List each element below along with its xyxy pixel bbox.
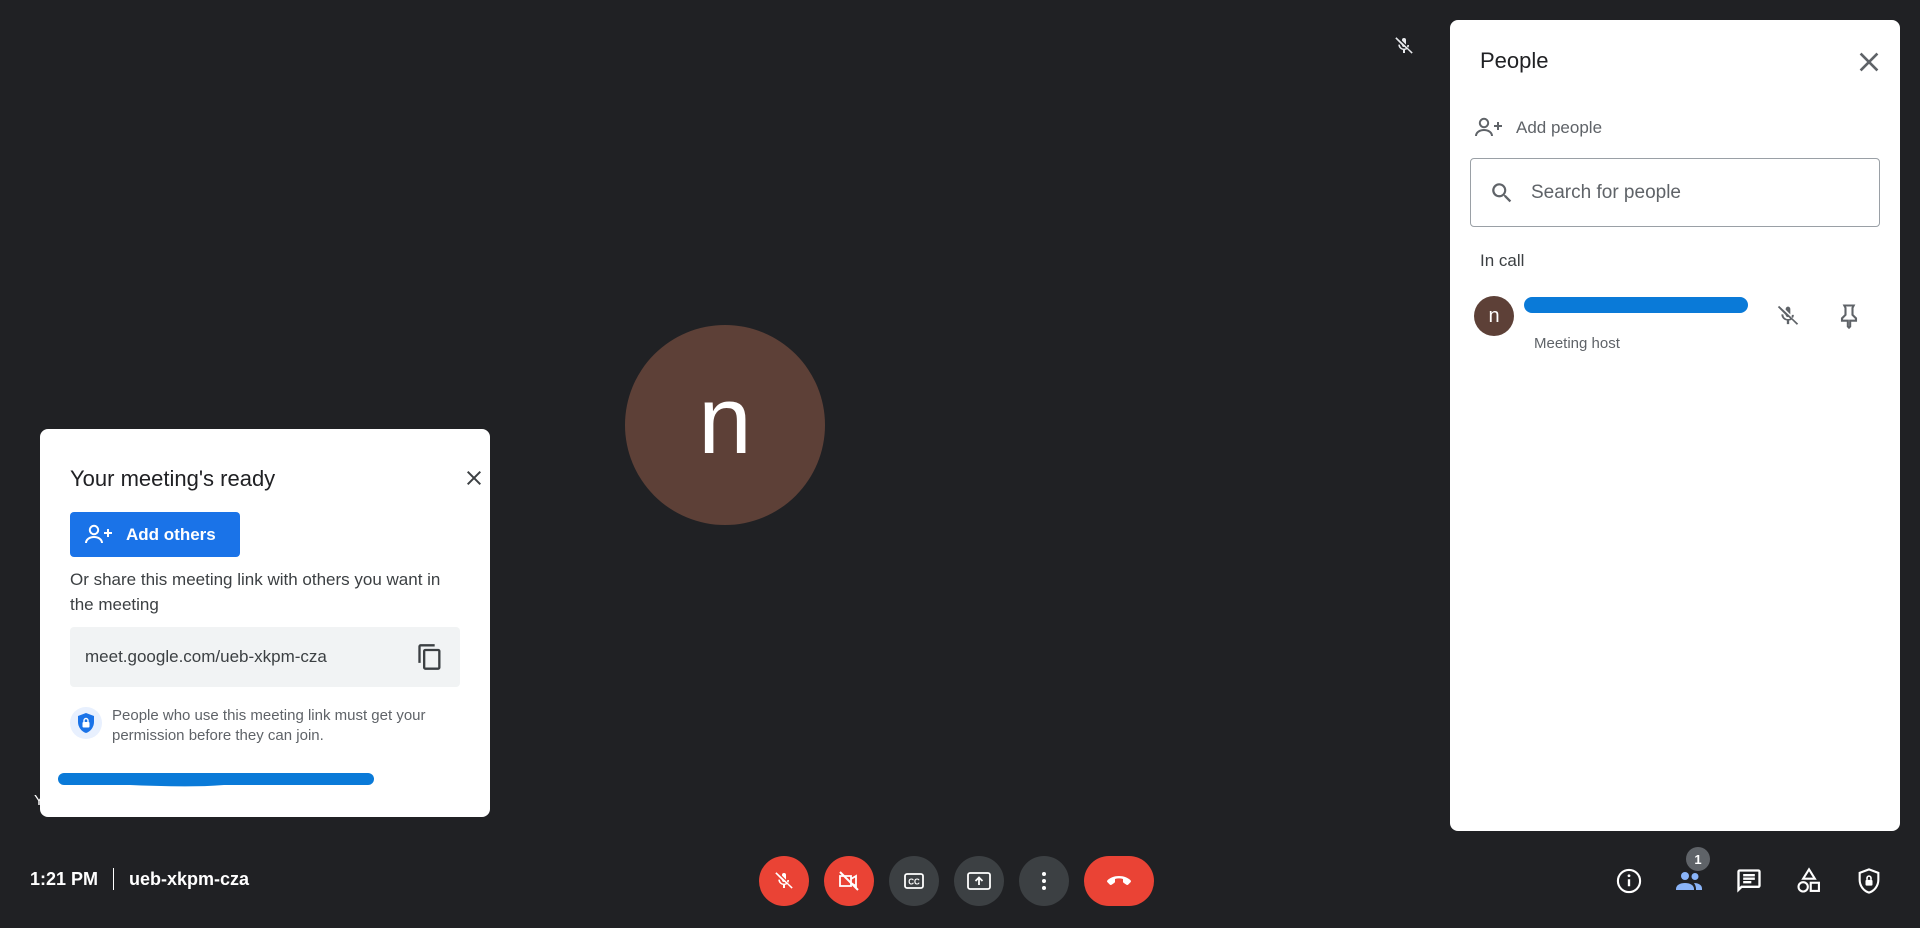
present-screen-icon [967,872,991,890]
mic-off-icon [775,872,793,889]
meeting-code[interactable]: ueb-xkpm-cza [129,869,249,890]
add-others-button[interactable]: Add others [70,512,240,557]
side-panel-controls: 1 [1611,847,1887,899]
close-icon[interactable] [1853,46,1885,78]
search-input[interactable] [1531,181,1851,204]
call-end-icon [1107,876,1131,885]
host-controls-icon [1858,868,1880,894]
meeting-details-button[interactable] [1611,863,1647,899]
avatar: n [1474,296,1514,336]
participant-row[interactable]: n Meeting host [1474,292,1884,352]
clock-time: 1:21 PM [30,868,99,889]
info-icon [1616,868,1642,894]
shield-lock-icon [70,707,102,739]
closed-caption-icon: CC [904,873,924,889]
call-controls: CC [759,856,1154,906]
people-button[interactable]: 1 [1671,847,1710,899]
person-add-icon [1475,117,1502,137]
leave-call-button[interactable] [1084,856,1154,906]
people-icon [1676,872,1702,890]
add-people-button[interactable]: Add people [1474,110,1602,146]
search-icon [1492,182,1512,202]
card-title: Your meeting's ready [70,466,276,491]
more-options-button[interactable] [1019,856,1069,906]
meeting-ready-card: Your meeting's ready Add others Or share… [40,429,490,817]
meeting-link-box: meet.google.com/ueb-xkpm-cza [70,627,460,687]
add-others-label: Add others [126,524,216,544]
meeting-details-bar: 1:21 PM ueb-xkpm-cza [30,868,249,890]
people-panel: People Add people In call n Meeting host [1450,20,1900,831]
videocam-off-icon [839,871,859,891]
meet-stage: n Y Your meeting's ready Add others Or s… [0,0,1920,928]
chat-icon [1737,869,1761,893]
host-controls-button[interactable] [1851,863,1887,899]
chat-button[interactable] [1731,863,1767,899]
divider [113,868,115,890]
mic-off-icon [1392,34,1416,58]
in-call-heading: In call [1480,251,1525,270]
share-instructions: Or share this meeting link with others y… [70,570,441,614]
present-button[interactable] [954,856,1004,906]
svg-text:CC: CC [908,878,920,887]
activities-icon [1797,867,1820,893]
add-people-label: Add people [1516,118,1603,137]
meeting-link[interactable]: meet.google.com/ueb-xkpm-cza [85,647,327,667]
close-icon[interactable] [462,466,486,490]
participant-role: Meeting host [1534,335,1620,352]
permission-notice: People who use this meeting link must ge… [112,707,426,744]
person-add-icon [85,524,112,543]
redaction-mark [1524,297,1748,313]
activities-button[interactable] [1791,863,1827,899]
search-field[interactable] [1470,158,1880,227]
participant-initial: n [698,367,752,474]
people-count-badge: 1 [1686,847,1710,871]
copy-icon[interactable] [416,643,444,671]
mic-off-icon[interactable] [1774,302,1802,330]
panel-title: People [1480,48,1549,73]
more-vert-icon [1042,872,1046,890]
pin-icon[interactable] [1835,302,1863,330]
participant-avatar: n [625,325,825,525]
avatar-initial: n [1488,304,1500,327]
camera-toggle-button[interactable] [824,856,874,906]
captions-button[interactable]: CC [889,856,939,906]
mic-toggle-button[interactable] [759,856,809,906]
redaction-mark [58,773,374,787]
